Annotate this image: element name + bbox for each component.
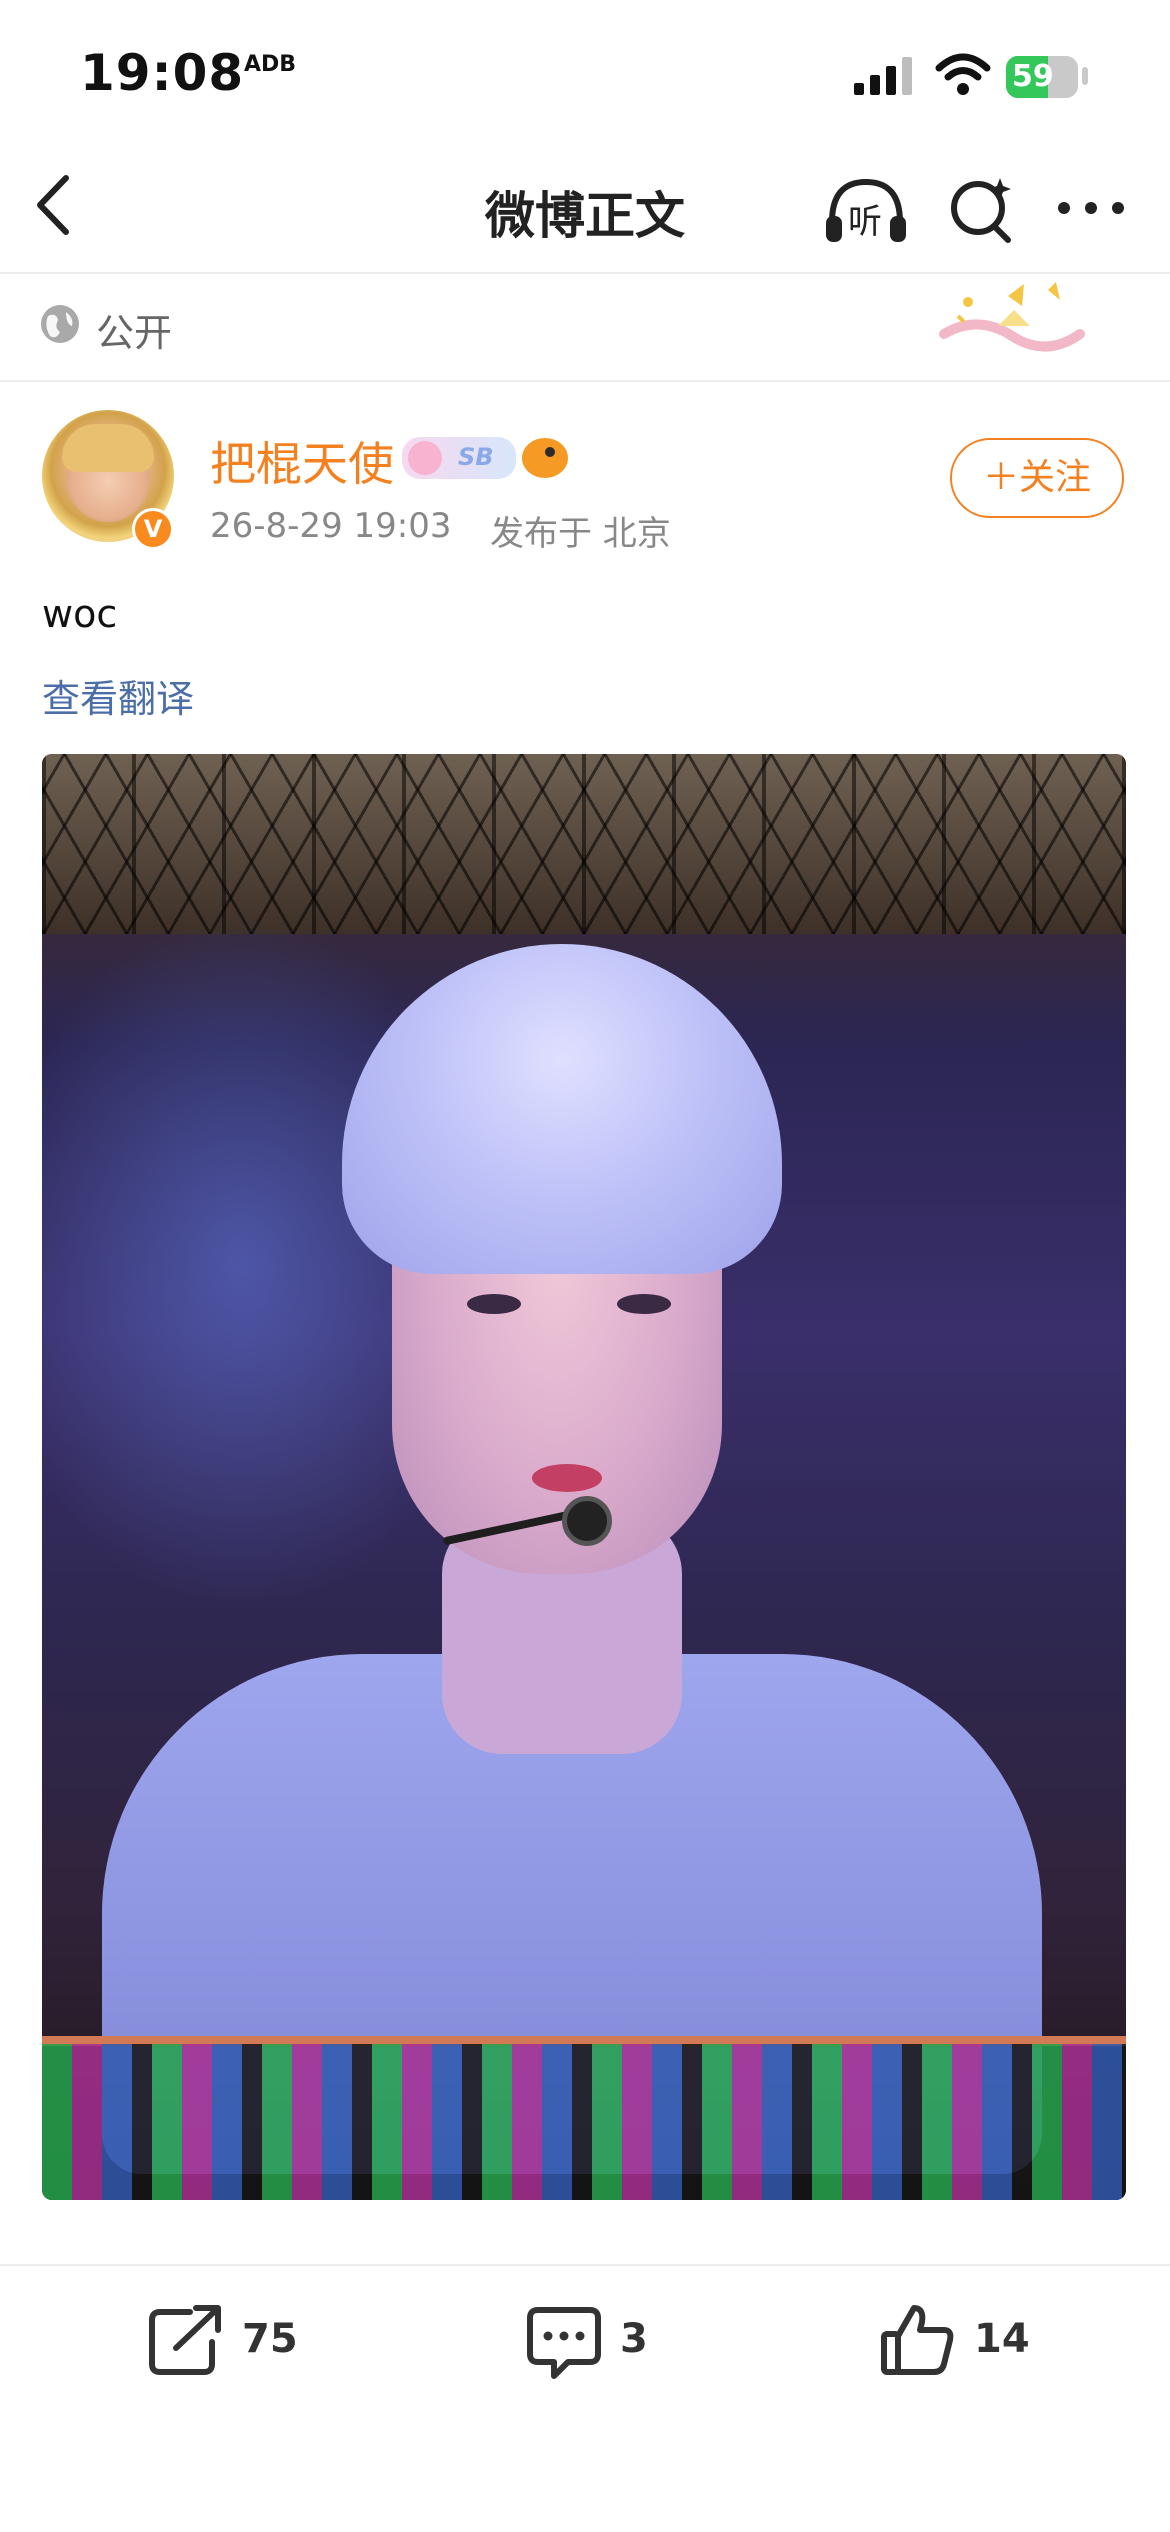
visibility-label: 公开 bbox=[96, 311, 173, 355]
search-icon[interactable] bbox=[946, 172, 1016, 248]
follow-button[interactable]: ＋关注 bbox=[950, 438, 1124, 518]
decoration-sticker-icon bbox=[939, 282, 1085, 352]
battery-indicator: 59 bbox=[1006, 56, 1078, 98]
status-time: 19:08 bbox=[80, 44, 245, 102]
person-eye-right bbox=[617, 1294, 671, 1314]
section-divider bbox=[0, 380, 1170, 382]
stage-lights bbox=[42, 2044, 1126, 2200]
comment-count: 3 bbox=[620, 2316, 648, 2362]
headset-mic bbox=[562, 1496, 612, 1546]
more-options-icon[interactable] bbox=[1056, 200, 1126, 216]
like-button[interactable]: 14 bbox=[878, 2302, 1038, 2382]
translate-link[interactable]: 查看翻译 bbox=[42, 668, 194, 723]
nav-divider bbox=[0, 272, 1170, 274]
verified-badge-icon: V bbox=[132, 508, 174, 550]
stage-scaffold bbox=[42, 754, 1126, 934]
fish-badge-icon[interactable] bbox=[522, 438, 568, 478]
post-location: 发布于 北京 bbox=[490, 514, 671, 554]
share-icon bbox=[149, 2305, 221, 2375]
like-count: 14 bbox=[974, 2316, 1030, 2362]
pig-icon bbox=[408, 441, 442, 475]
avatar[interactable]: V bbox=[36, 404, 180, 550]
level-badge[interactable]: SB bbox=[402, 437, 516, 479]
comment-button[interactable]: 3 bbox=[524, 2302, 684, 2382]
post-time: 26-8-29 19:03 bbox=[210, 506, 452, 546]
person-lips bbox=[532, 1464, 602, 1492]
avatar-hair bbox=[62, 424, 154, 472]
battery-level: 59 bbox=[1012, 59, 1054, 94]
comment-icon bbox=[527, 2307, 601, 2379]
wifi-icon bbox=[935, 53, 991, 95]
actions-divider bbox=[0, 2264, 1170, 2266]
globe-icon bbox=[41, 305, 79, 343]
person-eye-left bbox=[467, 1294, 521, 1314]
level-badge-label: SB bbox=[458, 443, 494, 471]
author-name[interactable]: 把棍天使 bbox=[210, 428, 394, 494]
share-count: 75 bbox=[242, 2316, 298, 2362]
fish-eye bbox=[545, 447, 555, 457]
cellular-signal-icon bbox=[854, 57, 912, 95]
thumbs-up-icon bbox=[881, 2305, 954, 2375]
post-image[interactable] bbox=[42, 754, 1126, 2200]
battery-nub bbox=[1082, 67, 1088, 85]
listen-label: 听 bbox=[848, 202, 882, 242]
person-hair bbox=[342, 944, 782, 1274]
share-button[interactable]: 75 bbox=[146, 2302, 306, 2382]
listen-button[interactable]: 听 bbox=[822, 172, 910, 248]
app-badge: ADB bbox=[244, 52, 297, 77]
post-text: woc bbox=[42, 592, 118, 636]
